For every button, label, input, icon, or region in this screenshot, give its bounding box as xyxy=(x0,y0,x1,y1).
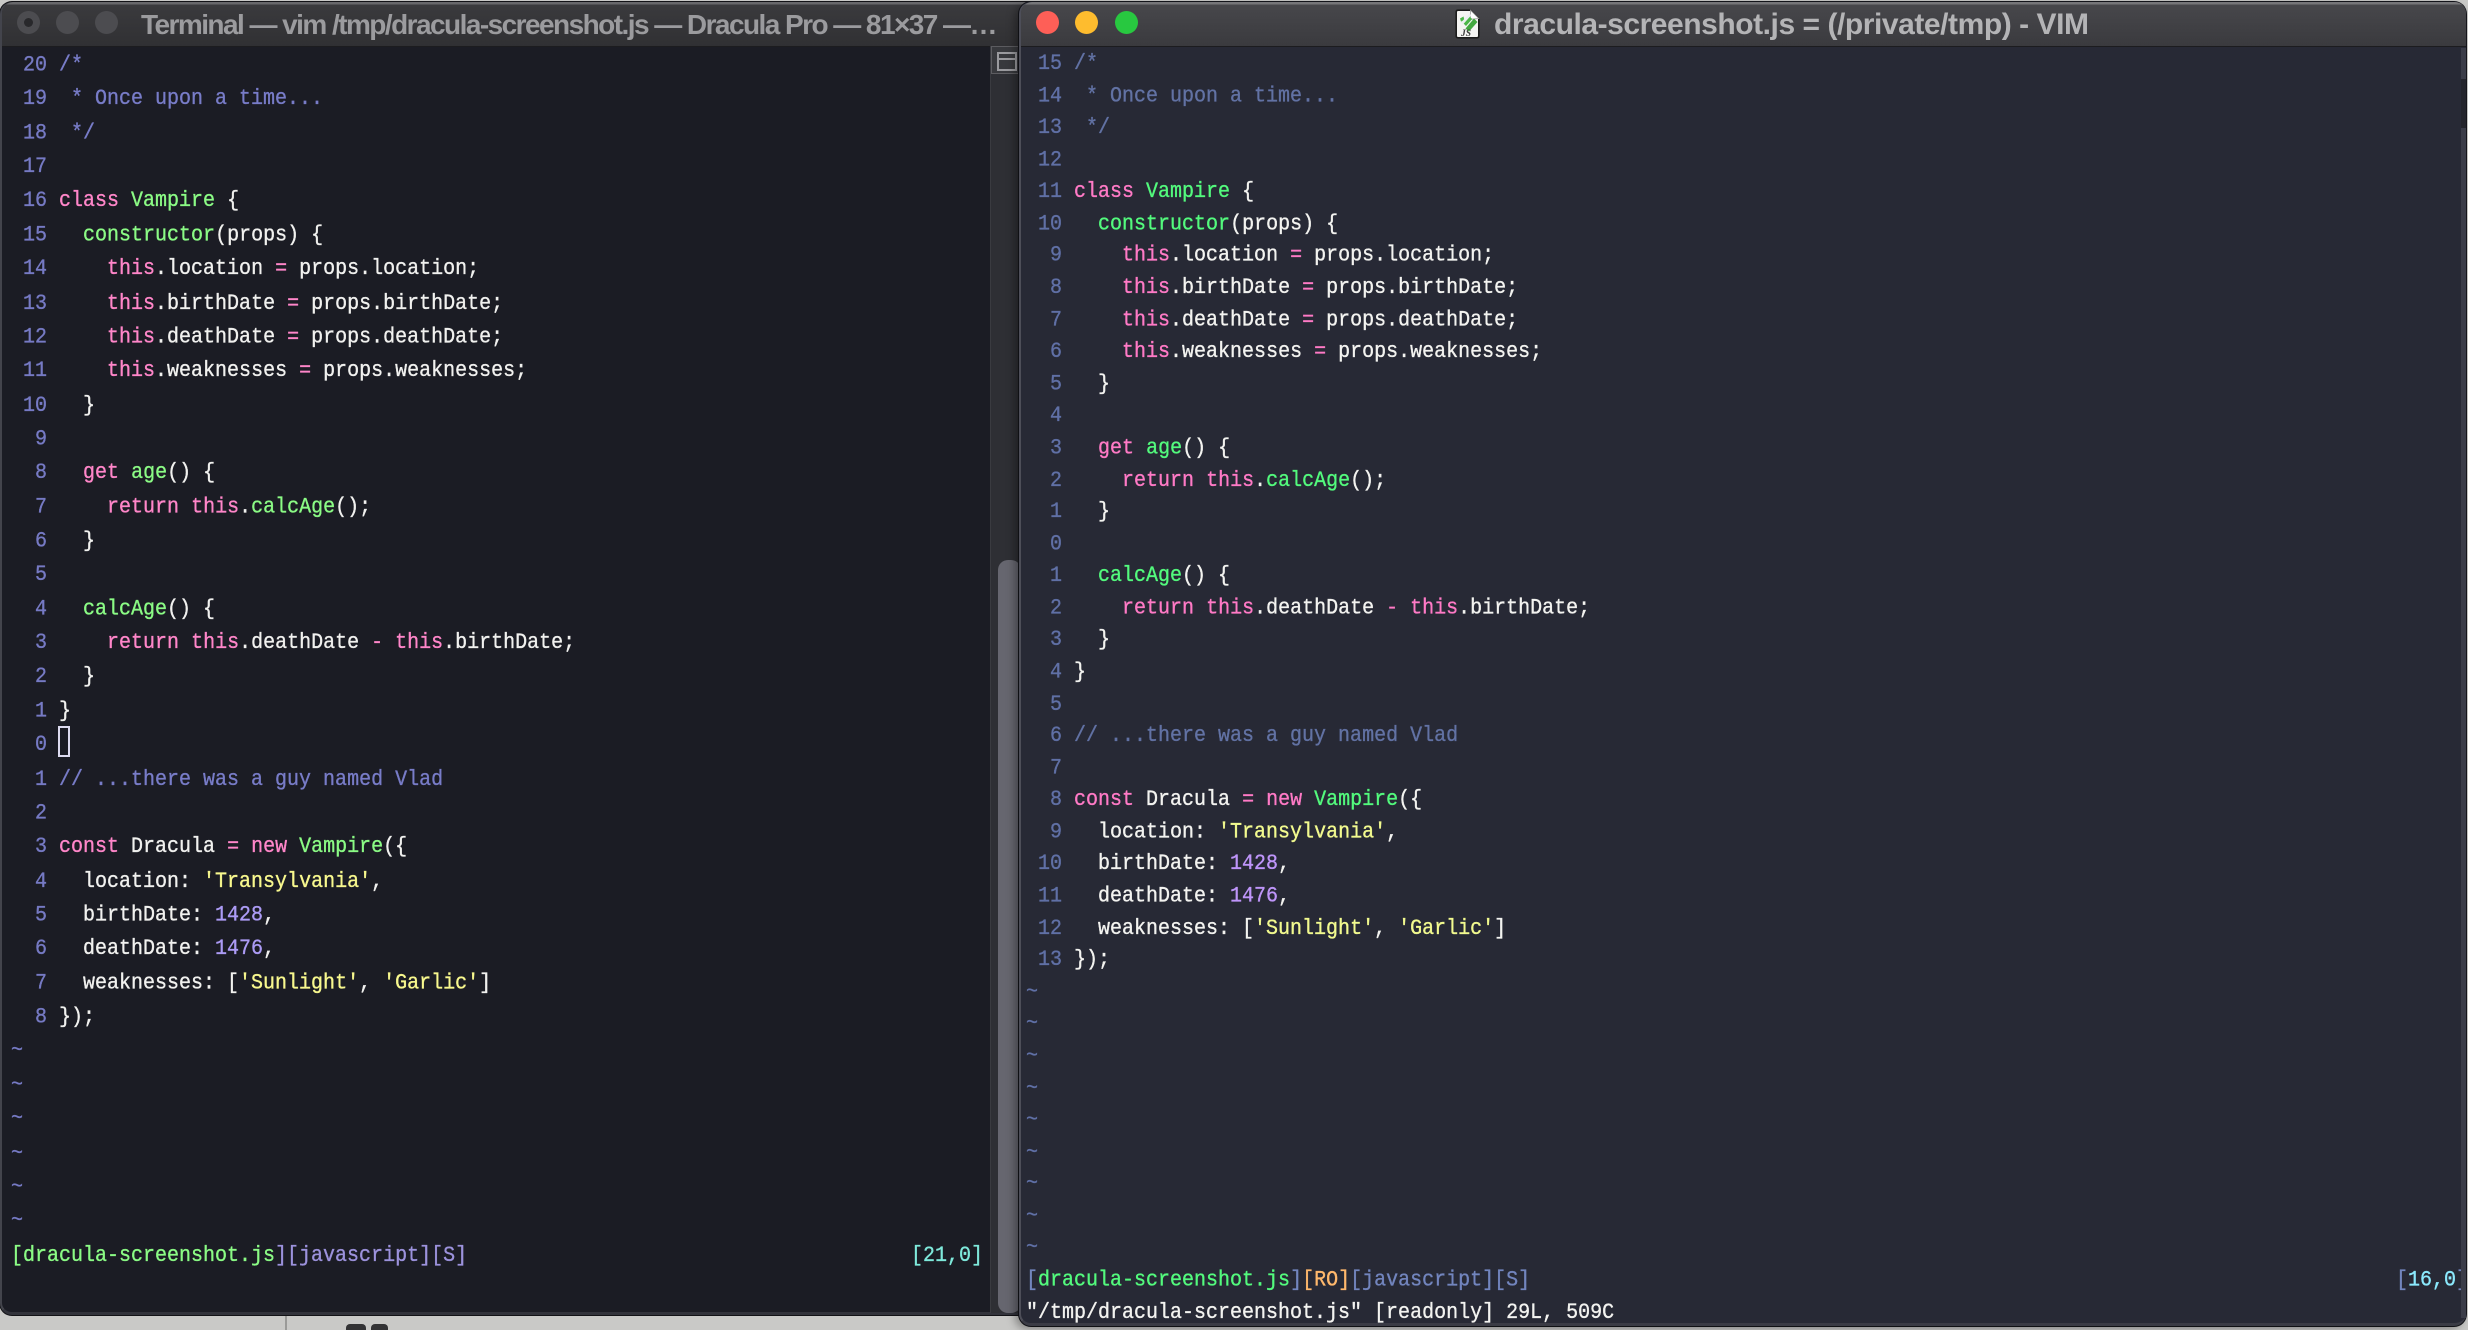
svg-text:JS: JS xyxy=(1460,29,1471,39)
